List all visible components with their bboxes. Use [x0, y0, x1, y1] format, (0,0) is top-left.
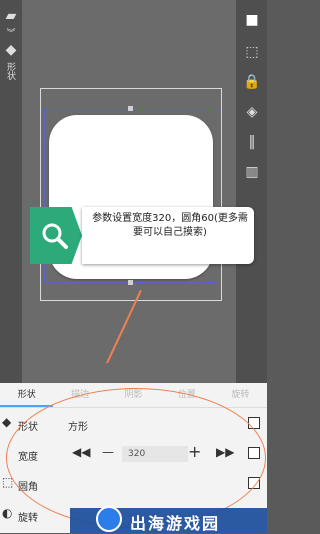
resize-handle[interactable]	[128, 280, 133, 285]
callout-text: 参数设置宽度320，圆角60(更多需要可以自己摸索)	[92, 213, 248, 238]
pause-icon[interactable]: ‖	[242, 134, 262, 150]
watermark-logo	[96, 506, 122, 532]
search-icon	[42, 223, 68, 249]
tab-shape[interactable]: 形状	[0, 383, 54, 407]
chevron-down-icon[interactable]: ︾	[1, 26, 21, 39]
chart-icon[interactable]: ▥	[242, 164, 262, 180]
rotate-icon: ◐	[2, 506, 13, 520]
folder-icon[interactable]: ▰	[1, 8, 21, 24]
callout-badge	[30, 207, 82, 264]
crop-icon[interactable]: ⬚	[242, 44, 262, 60]
tab-rotate[interactable]: 旋转	[214, 383, 267, 407]
square-icon[interactable]: ■	[242, 12, 262, 28]
left-toolbar: ▰ ︾ ◆ 形状	[0, 0, 22, 383]
resize-handle[interactable]	[128, 106, 133, 111]
rotate-label: 旋转	[18, 513, 38, 524]
layers-icon[interactable]: ◈	[242, 104, 262, 120]
lock-icon[interactable]: 🔒	[242, 74, 262, 90]
watermark-text: 出海游戏园	[130, 514, 221, 533]
shapes-icon[interactable]: ◆	[1, 42, 21, 58]
shape-tool-label[interactable]: 形状	[4, 62, 17, 80]
right-toolbar: ■ ⬚ 🔒 ◈ ‖ ▥	[236, 0, 267, 383]
annotation-ellipse	[6, 388, 266, 528]
shapes-icon: ◆	[2, 415, 12, 429]
